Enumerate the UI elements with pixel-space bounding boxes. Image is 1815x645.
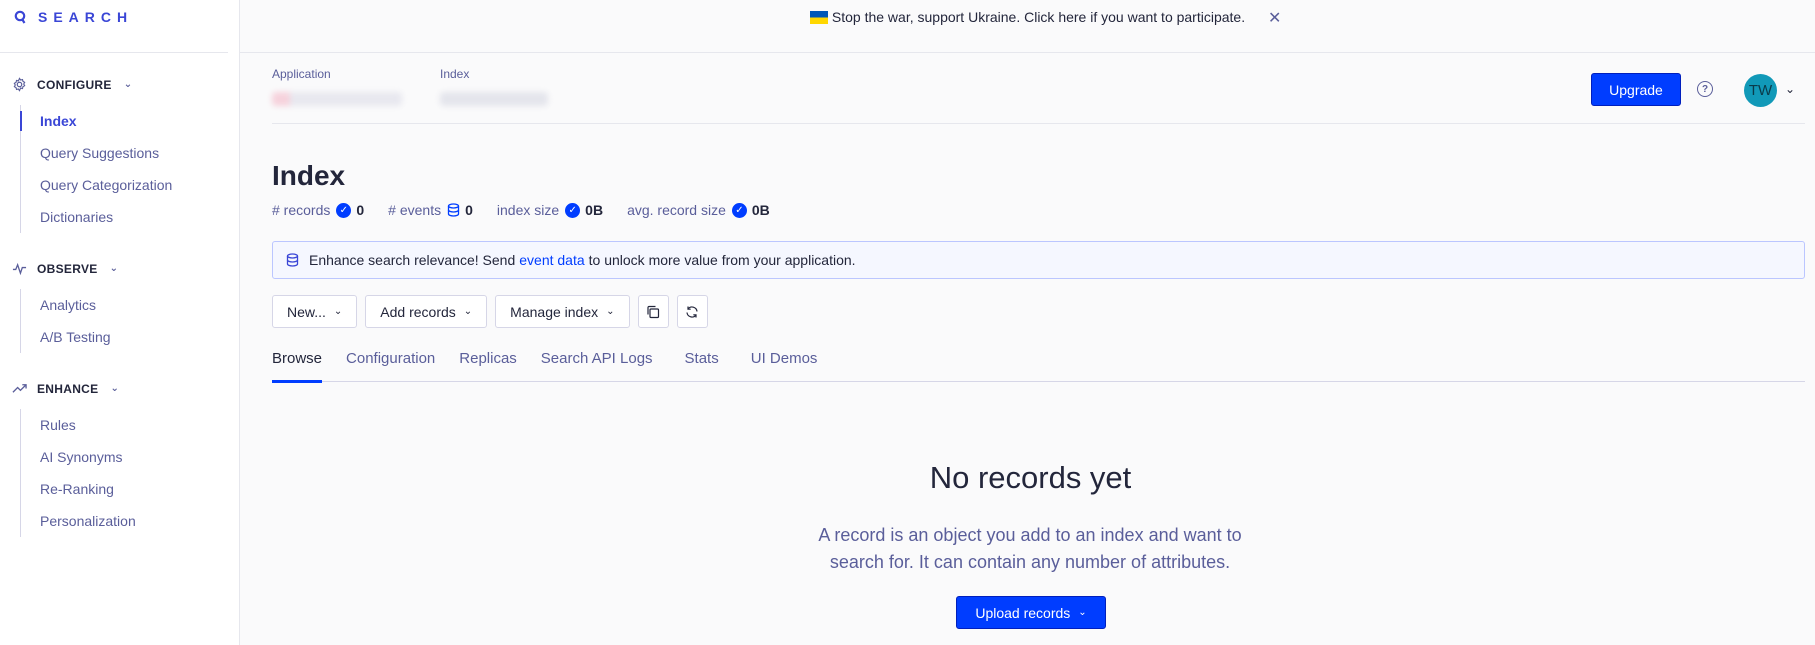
add-records-button[interactable]: Add records ⌄ — [365, 295, 488, 328]
stat-events: # events 0 — [388, 202, 473, 218]
empty-state-description: A record is an object you add to an inde… — [818, 525, 1242, 572]
sidebar-item-dictionaries[interactable]: Dictionaries — [21, 201, 172, 233]
tab-search-api-logs[interactable]: Search API Logs — [541, 342, 653, 382]
tab-stats[interactable]: Stats — [685, 342, 719, 382]
app-root: SEARCH CONFIGURE ⌄ Index Query Suggestio… — [0, 0, 1815, 645]
stat-records: # records ✓ 0 — [272, 202, 364, 218]
close-icon[interactable]: ✕ — [1268, 8, 1281, 28]
manage-index-label: Manage index — [510, 303, 599, 320]
stat-value: 0B — [585, 202, 604, 218]
new-button[interactable]: New... ⌄ — [272, 295, 358, 328]
sidebar: SEARCH CONFIGURE ⌄ Index Query Suggestio… — [0, 0, 240, 645]
sidebar-item-re-ranking[interactable]: Re-Ranking — [21, 473, 136, 505]
sidebar-item-analytics[interactable]: Analytics — [21, 289, 111, 321]
section-observe-title: OBSERVE — [37, 261, 98, 276]
manage-index-button[interactable]: Manage index ⌄ — [495, 295, 630, 328]
sidebar-item-ai-synonyms[interactable]: AI Synonyms — [21, 441, 136, 473]
section-enhance[interactable]: ENHANCE ⌄ — [12, 381, 119, 396]
database-icon — [447, 203, 460, 217]
sidebar-divider — [0, 52, 228, 53]
ukraine-banner[interactable]: Stop the war, support Ukraine. Click her… — [240, 0, 1815, 34]
stat-value: 0B — [751, 202, 770, 218]
database-icon — [286, 253, 299, 267]
refresh-icon — [686, 305, 698, 318]
copy-button[interactable] — [637, 295, 669, 328]
application-label: Application — [272, 67, 331, 81]
section-configure[interactable]: CONFIGURE ⌄ — [12, 77, 132, 92]
check-circle-icon: ✓ — [336, 202, 352, 218]
nav-group-configure: Index Query Suggestions Query Categoriza… — [19, 105, 172, 233]
index-label: Index — [440, 67, 470, 81]
pulse-icon — [12, 262, 27, 276]
stat-value: 0 — [465, 202, 473, 218]
chevron-down-icon: ⌄ — [463, 306, 473, 317]
upgrade-button[interactable]: Upgrade — [1591, 73, 1681, 106]
event-data-notice: Enhance search relevance! Send event dat… — [272, 241, 1805, 279]
gear-icon — [13, 77, 26, 92]
sidebar-item-query-suggestions[interactable]: Query Suggestions — [21, 137, 172, 169]
upload-records-button[interactable]: Upload records ⌄ — [956, 596, 1106, 629]
section-observe[interactable]: OBSERVE ⌄ — [12, 261, 118, 276]
nav-group-observe: Analytics A/B Testing — [20, 289, 111, 353]
stat-avg-record-size: avg. record size ✓ 0B — [627, 202, 770, 218]
chevron-down-icon: ⌄ — [123, 79, 133, 90]
trend-up-icon — [12, 384, 27, 393]
index-tabs: Browse Configuration Replicas Search API… — [272, 342, 1805, 383]
help-icon[interactable]: ? — [1697, 81, 1713, 97]
check-circle-icon: ✓ — [731, 202, 747, 218]
event-data-link[interactable]: event data — [519, 252, 584, 268]
upload-records-label: Upload records — [975, 604, 1071, 621]
logo[interactable]: SEARCH — [14, 9, 133, 25]
banner-text: Stop the war, support Ukraine. Click her… — [831, 9, 1246, 25]
application-selector[interactable] — [272, 92, 402, 106]
stat-index-size: index size ✓ 0B — [497, 202, 603, 218]
empty-state-title: No records yet — [929, 460, 1132, 495]
chevron-down-icon: ⌄ — [606, 306, 615, 317]
index-selector[interactable] — [440, 92, 548, 106]
chevron-down-icon: ⌄ — [333, 306, 343, 317]
chevron-down-icon: ⌄ — [110, 383, 120, 394]
chevron-down-icon: ⌄ — [109, 263, 119, 274]
avatar[interactable]: TW — [1744, 74, 1777, 107]
tab-browse[interactable]: Browse — [272, 342, 323, 383]
sidebar-item-personalization[interactable]: Personalization — [21, 505, 136, 537]
stat-label: avg. record size — [627, 202, 726, 218]
logo-text: SEARCH — [38, 9, 134, 25]
sidebar-item-ab-testing[interactable]: A/B Testing — [21, 321, 111, 353]
notice-prefix: Enhance search relevance! Send — [309, 252, 516, 268]
tab-ui-demos[interactable]: UI Demos — [751, 342, 818, 382]
banner-divider — [240, 52, 1815, 53]
stat-label: index size — [496, 202, 560, 218]
chevron-down-icon[interactable]: ⌄ — [1785, 82, 1795, 96]
stat-label: # events — [388, 202, 442, 218]
tab-replicas[interactable]: Replicas — [459, 342, 517, 382]
chevron-down-icon: ⌄ — [1078, 607, 1087, 618]
check-circle-icon: ✓ — [565, 202, 581, 218]
section-enhance-title: ENHANCE — [37, 381, 99, 396]
stat-value: 0 — [356, 202, 365, 218]
section-configure-title: CONFIGURE — [37, 77, 112, 92]
sidebar-item-query-categorization[interactable]: Query Categorization — [21, 169, 172, 201]
ukraine-flag-icon — [809, 10, 828, 24]
index-stats: # records ✓ 0 # events 0 index size ✓ 0B… — [272, 202, 794, 218]
header-divider — [272, 123, 1805, 124]
index-toolbar: New... ⌄ Add records ⌄ Manage index ⌄ — [272, 295, 708, 328]
stat-label: # records — [272, 202, 331, 218]
refresh-button[interactable] — [676, 295, 708, 328]
add-records-label: Add records — [380, 303, 456, 320]
page-title: Index — [272, 160, 346, 191]
tab-configuration[interactable]: Configuration — [346, 342, 435, 382]
copy-icon — [647, 305, 660, 318]
sidebar-item-rules[interactable]: Rules — [21, 409, 136, 441]
sidebar-item-index[interactable]: Index — [19, 105, 172, 137]
notice-suffix: to unlock more value from your applicati… — [588, 252, 856, 268]
nav-group-enhance: Rules AI Synonyms Re-Ranking Personaliza… — [20, 409, 136, 537]
new-button-label: New... — [287, 303, 326, 320]
logo-icon — [14, 10, 26, 24]
